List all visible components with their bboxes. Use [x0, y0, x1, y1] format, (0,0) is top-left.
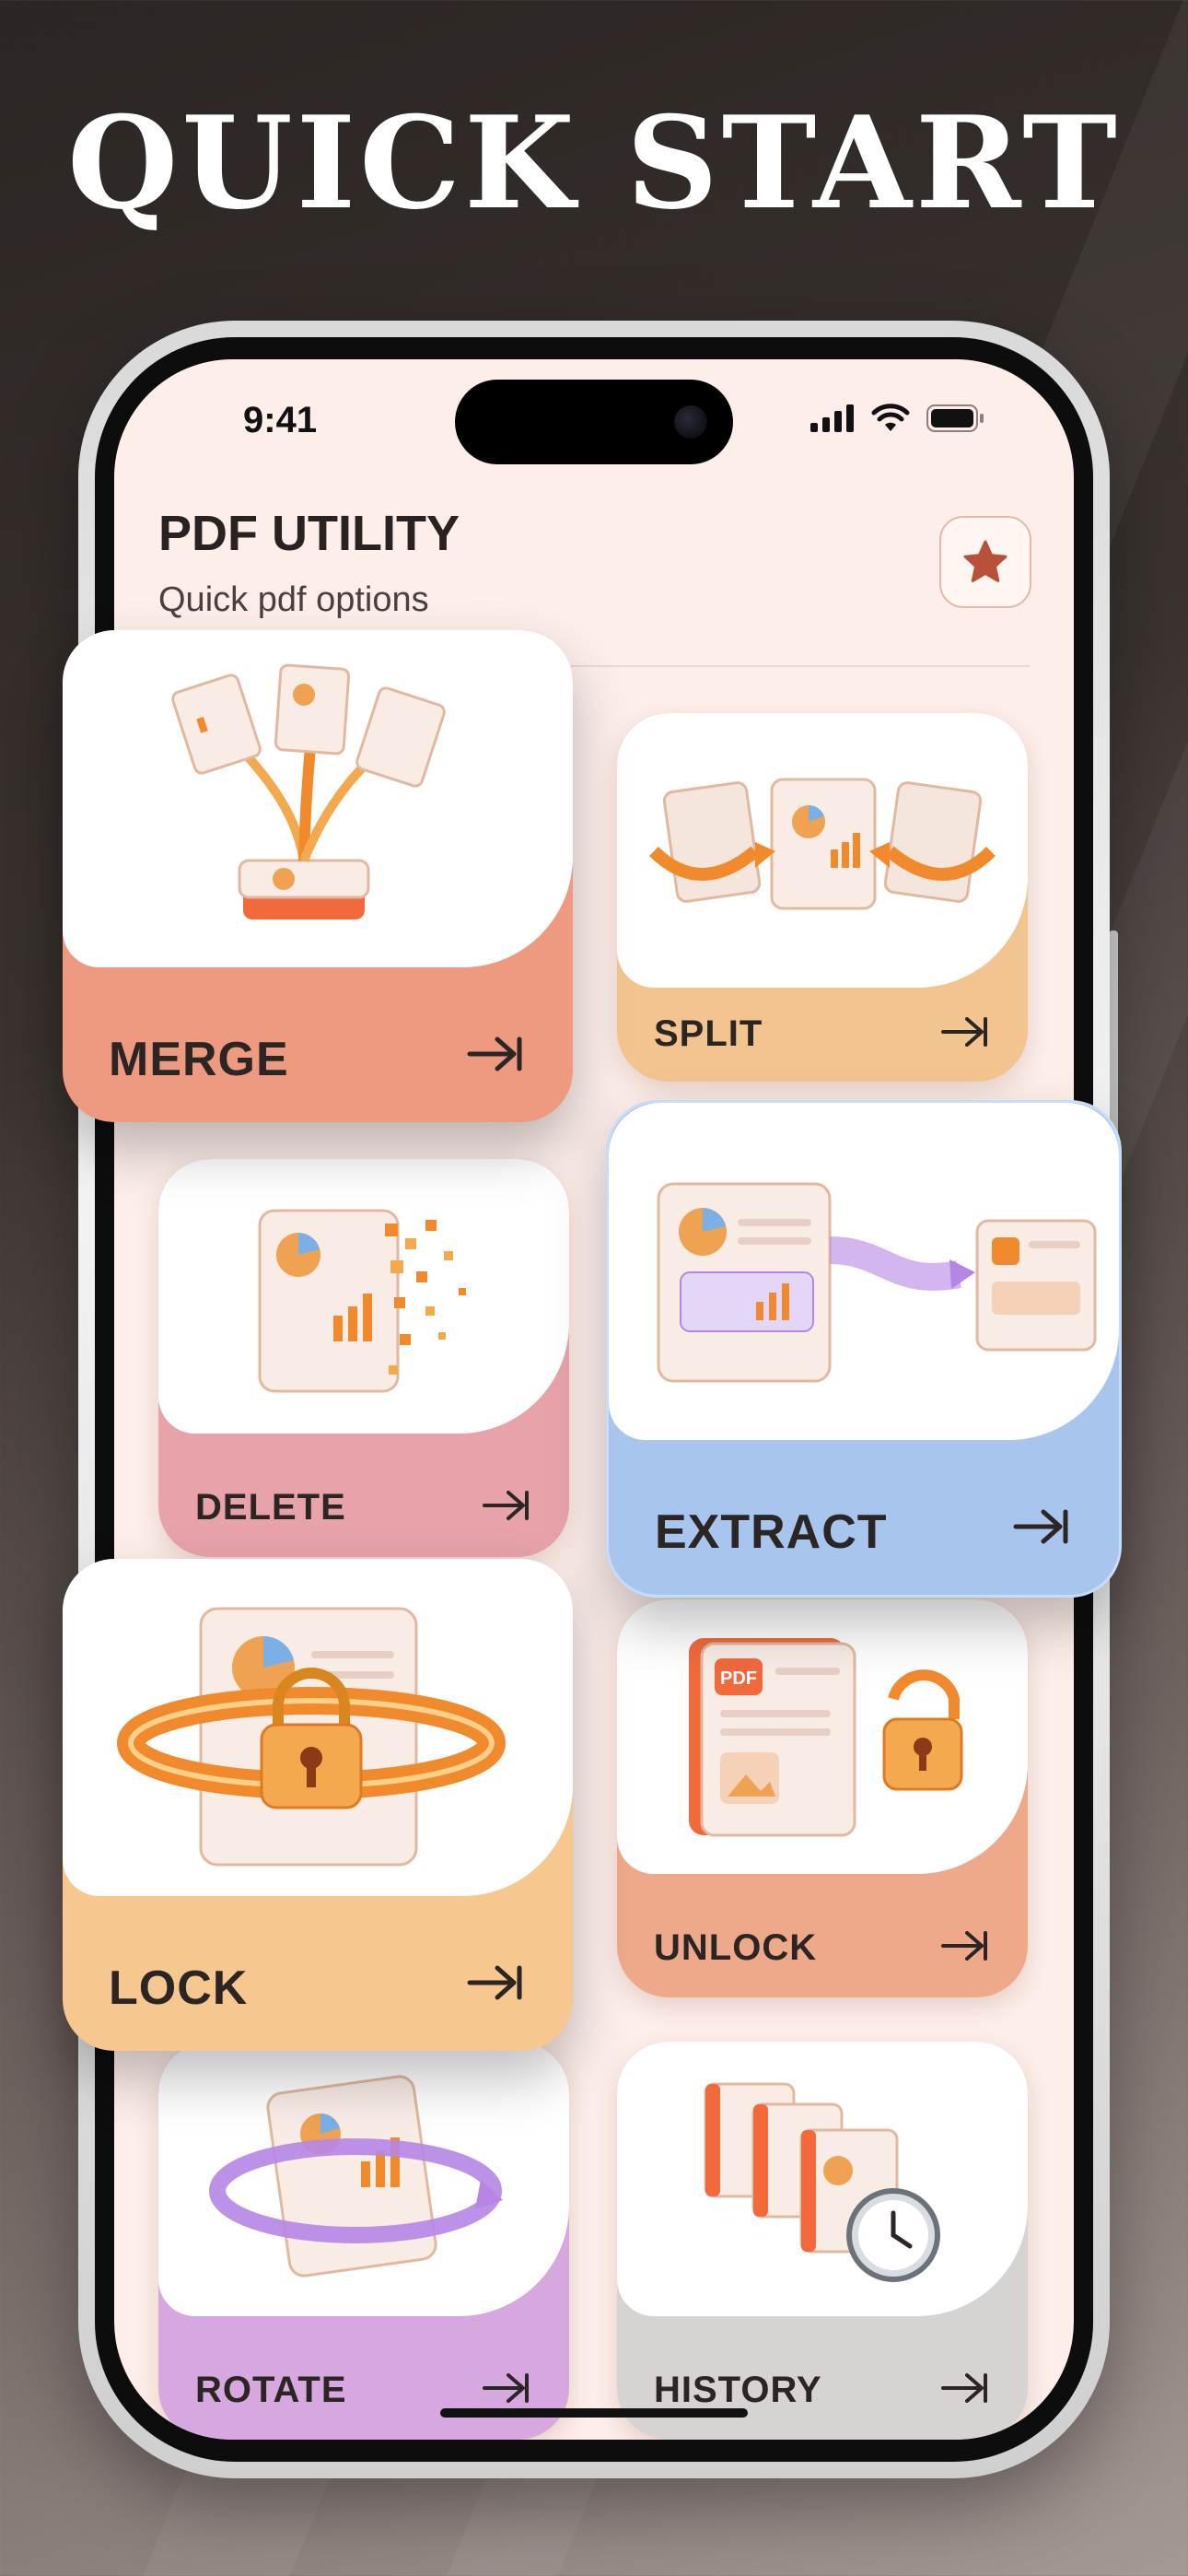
unlock-illustration: PDF	[617, 1599, 1028, 1874]
arrow-right-icon	[483, 2373, 529, 2403]
card-label: MERGE	[109, 1033, 289, 1086]
page-headline: QUICK START	[67, 88, 1121, 238]
card-merge[interactable]: MERGE	[63, 630, 573, 1122]
arrow-right-icon	[1013, 1509, 1068, 1544]
dynamic-island	[455, 380, 733, 464]
card-delete[interactable]: DELETE	[158, 1159, 569, 1557]
extract-illustration	[609, 1103, 1119, 1440]
merge-illustration	[63, 630, 573, 967]
card-label: LOCK	[109, 1961, 249, 2015]
arrow-right-icon	[467, 1036, 522, 1071]
card-label: DELETE	[195, 1487, 346, 1528]
card-label: UNLOCK	[654, 1927, 818, 1968]
card-split[interactable]: SPLIT	[617, 713, 1028, 1082]
cellular-signal-icon	[810, 404, 854, 432]
status-time: 9:41	[243, 400, 318, 440]
battery-icon	[926, 404, 984, 432]
arrow-right-icon	[941, 1931, 987, 1961]
card-label: ROTATE	[195, 2370, 347, 2410]
card-extract[interactable]: EXTRACT	[606, 1100, 1122, 1598]
star-icon	[963, 540, 1007, 582]
history-illustration	[617, 2042, 1028, 2316]
card-label: EXTRACT	[655, 1505, 888, 1559]
page-title: PDF UTILITY	[158, 506, 460, 561]
card-unlock[interactable]: PDF UNLOCK	[617, 1599, 1028, 1997]
card-rotate[interactable]: ROTATE	[158, 2042, 569, 2440]
home-indicator[interactable]	[440, 2408, 748, 2418]
split-illustration	[617, 713, 1028, 988]
arrow-right-icon	[467, 1965, 522, 2000]
arrow-right-icon	[941, 1017, 987, 1047]
wifi-icon	[871, 404, 910, 431]
card-history[interactable]: HISTORY	[617, 2042, 1028, 2440]
arrow-right-icon	[483, 1491, 529, 1520]
card-lock[interactable]: LOCK	[63, 1559, 573, 2051]
pdf-badge: PDF	[720, 1669, 757, 1689]
favorites-button[interactable]	[939, 516, 1031, 608]
card-label: HISTORY	[654, 2370, 822, 2410]
delete-illustration	[158, 1159, 569, 1434]
front-camera	[674, 405, 707, 439]
card-label: SPLIT	[654, 1013, 763, 1054]
lock-illustration	[63, 1559, 573, 1896]
status-icons	[810, 404, 985, 433]
rotate-illustration	[158, 2042, 569, 2316]
arrow-right-icon	[941, 2373, 987, 2403]
page-subtitle: Quick pdf options	[158, 580, 429, 619]
